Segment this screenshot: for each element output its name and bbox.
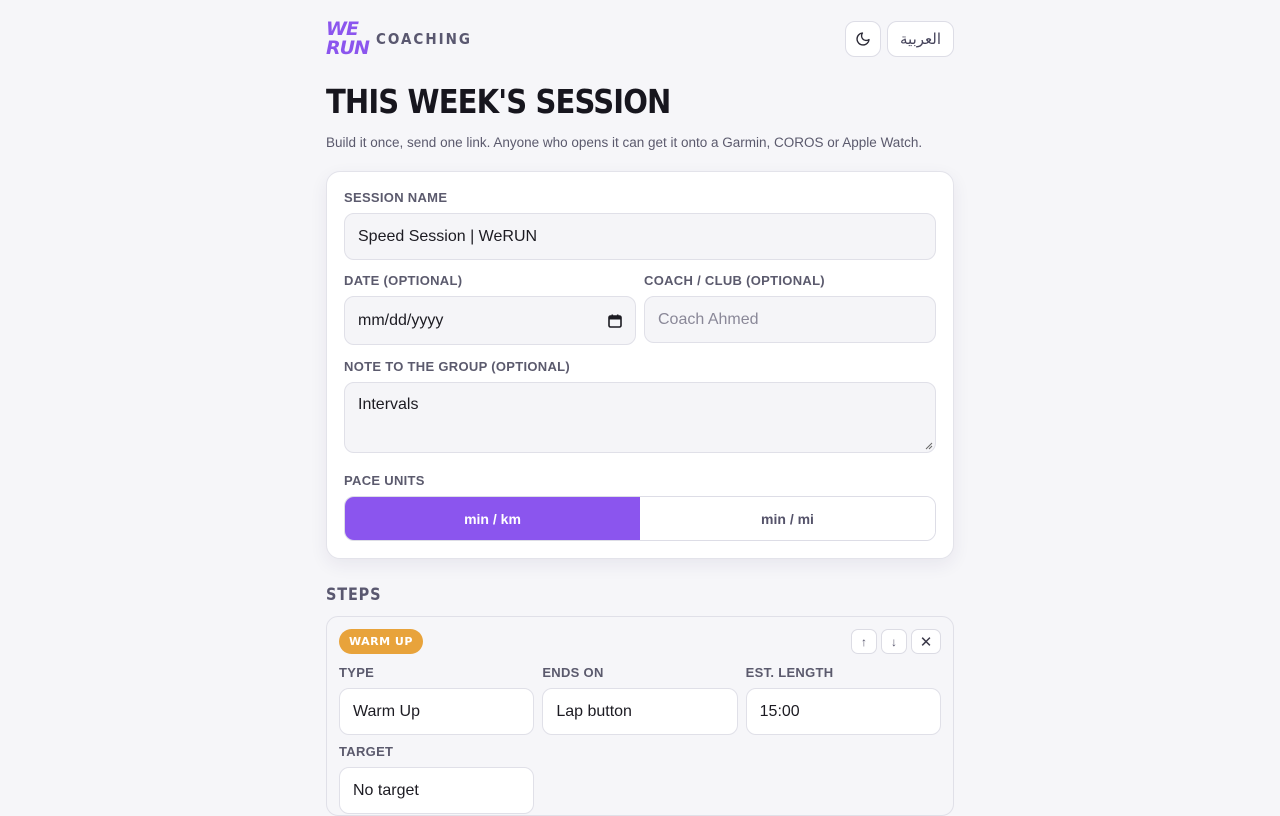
theme-toggle-button[interactable] (845, 21, 881, 57)
steps-heading: STEPS (326, 585, 382, 605)
note-group: NOTE TO THE GROUP (OPTIONAL) Intervals (344, 359, 936, 453)
step-ends-select[interactable]: Lap button (542, 688, 738, 735)
language-button[interactable]: العربية (887, 21, 954, 57)
date-coach-row: DATE (OPTIONAL) mm/dd/yyyy COACH / CLUB … (344, 273, 936, 345)
step-type-badge: WARM UP (339, 629, 423, 654)
step-length-label: EST. LENGTH (745, 665, 834, 680)
step-card: WARM UP ↑ ↓ ✕ TYPE Warm Up ENDS ON Lap b… (326, 616, 954, 816)
coach-group: COACH / CLUB (OPTIONAL) Coach Ahmed (644, 273, 936, 345)
move-up-button[interactable]: ↑ (851, 629, 877, 654)
step-controls: ↑ ↓ ✕ (851, 629, 941, 654)
moon-icon (856, 32, 870, 46)
step-length-input[interactable]: 15:00 (745, 688, 941, 735)
brand: WE RUN COACHING (326, 18, 472, 60)
resize-handle-icon[interactable] (925, 442, 933, 450)
step-ends-group: ENDS ON Lap button (542, 665, 738, 735)
coach-input[interactable]: Coach Ahmed (644, 296, 936, 343)
date-input[interactable]: mm/dd/yyyy (344, 296, 636, 345)
remove-step-button[interactable]: ✕ (911, 629, 941, 654)
date-label: DATE (OPTIONAL) (344, 273, 463, 288)
top-bar: WE RUN COACHING العربية (326, 18, 954, 60)
note-value: Intervals (358, 396, 419, 413)
date-group: DATE (OPTIONAL) mm/dd/yyyy (344, 273, 636, 345)
step-target-group: TARGET No target (339, 744, 534, 814)
coach-label: COACH / CLUB (OPTIONAL) (644, 273, 825, 288)
header-actions: العربية (845, 21, 954, 57)
step-target-select[interactable]: No target (339, 767, 534, 814)
calendar-icon[interactable] (608, 314, 622, 328)
step-target-label: TARGET (339, 744, 394, 759)
pace-option-min-km[interactable]: min / km (345, 497, 640, 540)
page: WE RUN COACHING العربية THIS WEEK'S SESS… (326, 0, 954, 816)
step-type-label: TYPE (339, 665, 375, 680)
note-textarea[interactable]: Intervals (344, 382, 936, 453)
pace-units-group: PACE UNITS min / km min / mi (344, 473, 936, 541)
pace-option-min-mi[interactable]: min / mi (640, 497, 935, 540)
session-details-card: SESSION NAME Speed Session | WeRUN DATE … (326, 171, 954, 559)
page-subtitle: Build it once, send one link. Anyone who… (326, 135, 923, 150)
session-name-input[interactable]: Speed Session | WeRUN (344, 213, 936, 260)
logo-bottom-text: RUN (326, 37, 370, 59)
step-header: WARM UP ↑ ↓ ✕ (339, 629, 941, 654)
session-name-label: SESSION NAME (344, 190, 448, 205)
pace-units-label: PACE UNITS (344, 473, 425, 488)
step-ends-label: ENDS ON (542, 665, 604, 680)
step-type-select[interactable]: Warm Up (339, 688, 535, 735)
page-title: THIS WEEK'S SESSION (326, 82, 671, 121)
note-label: NOTE TO THE GROUP (OPTIONAL) (344, 359, 571, 374)
werun-logo: WE RUN (326, 18, 370, 60)
step-length-group: EST. LENGTH 15:00 (745, 665, 941, 735)
pace-units-toggle: min / km min / mi (344, 496, 936, 541)
step-type-group: TYPE Warm Up (339, 665, 535, 735)
brand-subtitle: COACHING (376, 30, 472, 48)
move-down-button[interactable]: ↓ (881, 629, 907, 654)
date-value: mm/dd/yyyy (358, 311, 444, 329)
step-fields-row: TYPE Warm Up ENDS ON Lap button EST. LEN… (339, 665, 941, 735)
